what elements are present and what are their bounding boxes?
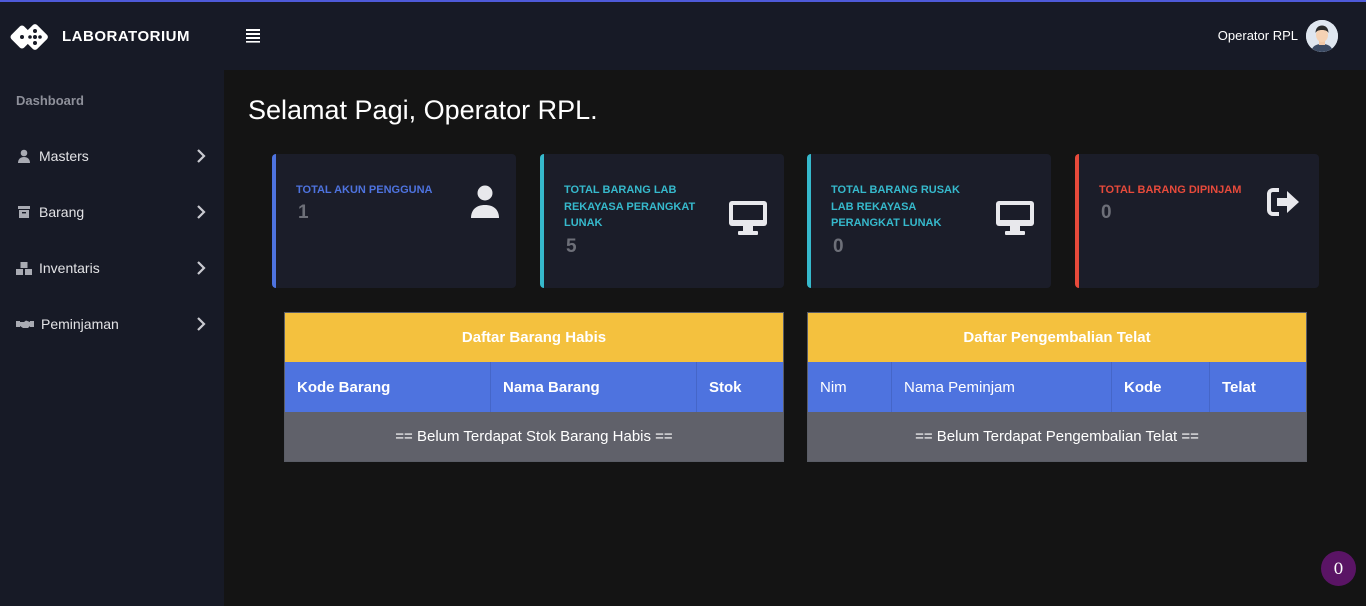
column-header-nama-barang[interactable]: Nama Barang (491, 362, 697, 412)
handshake-icon (16, 317, 34, 331)
avatar[interactable] (1306, 20, 1338, 52)
table-pengembalian-telat: Daftar Pengembalian Telat Nim Nama Pemin… (807, 312, 1307, 462)
desktop-icon (996, 201, 1034, 235)
stat-card-label: TOTAL AKUN PENGGUNA (296, 184, 433, 196)
brand-title: LABORATORIUM (62, 27, 190, 45)
sidebar-item-barang[interactable]: Barang (0, 198, 224, 226)
column-header-telat[interactable]: Telat (1210, 362, 1306, 412)
dice-logo-icon (10, 24, 48, 50)
notification-badge[interactable]: 0 (1321, 551, 1356, 586)
stat-card-barang-rusak: TOTAL BARANG RUSAK LAB REKAYASA PERANGKA… (807, 154, 1051, 288)
topbar: Operator RPL (224, 2, 1366, 70)
sidebar: LABORATORIUM Dashboard Masters Barang In… (0, 2, 224, 606)
chevron-right-icon (197, 261, 206, 275)
column-header-kode-barang[interactable]: Kode Barang (285, 362, 491, 412)
stat-card-label: TOTAL BARANG DIPINJAM (1099, 184, 1242, 196)
stat-card-total-akun: TOTAL AKUN PENGGUNA 1 (272, 154, 516, 288)
column-header-stok[interactable]: Stok (697, 362, 783, 412)
cubes-icon (16, 261, 32, 275)
stat-card-value: 5 (566, 236, 577, 257)
table-empty-message: == Belum Terdapat Stok Barang Habis == (285, 412, 783, 461)
stat-card-label: TOTAL BARANG LAB REKAYASA PERANGKAT LUNA… (564, 184, 696, 229)
user-icon (471, 185, 499, 218)
sidebar-item-peminjaman[interactable]: Peminjaman (0, 310, 224, 338)
sidebar-item-masters[interactable]: Masters (0, 142, 224, 170)
sidebar-item-inventaris[interactable]: Inventaris (0, 254, 224, 282)
hamburger-icon[interactable] (245, 27, 261, 43)
column-header-nama-peminjam[interactable]: Nama Peminjam (892, 362, 1112, 412)
stat-card-value: 0 (833, 236, 844, 257)
sidebar-item-label: Masters (39, 148, 89, 164)
stat-card-barang-dipinjam: TOTAL BARANG DIPINJAM 0 (1075, 154, 1319, 288)
column-header-kode[interactable]: Kode (1112, 362, 1210, 412)
brand[interactable]: LABORATORIUM (0, 2, 224, 70)
page-title: Selamat Pagi, Operator RPL. (248, 95, 598, 125)
table-header-row: Kode Barang Nama Barang Stok (285, 362, 783, 412)
user-name[interactable]: Operator RPL (1218, 28, 1298, 43)
stat-card-value: 0 (1101, 202, 1112, 223)
sign-out-icon (1267, 188, 1299, 216)
sidebar-item-label: Peminjaman (41, 316, 119, 332)
stat-card-value: 1 (298, 202, 309, 223)
table-empty-message: == Belum Terdapat Pengembalian Telat == (808, 412, 1306, 461)
chevron-right-icon (197, 205, 206, 219)
desktop-icon (729, 201, 767, 235)
column-header-nim[interactable]: Nim (808, 362, 892, 412)
sidebar-item-label: Inventaris (39, 260, 100, 276)
chevron-right-icon (197, 149, 206, 163)
table-title: Daftar Barang Habis (285, 313, 783, 362)
stat-card-label: TOTAL BARANG RUSAK LAB REKAYASA PERANGKA… (831, 184, 960, 229)
box-icon (16, 205, 32, 219)
user-icon (16, 149, 32, 163)
sidebar-item-label: Barang (39, 204, 85, 220)
table-title: Daftar Pengembalian Telat (808, 313, 1306, 362)
table-header-row: Nim Nama Peminjam Kode Telat (808, 362, 1306, 412)
chevron-right-icon (197, 317, 206, 331)
stat-card-total-barang: TOTAL BARANG LAB REKAYASA PERANGKAT LUNA… (540, 154, 784, 288)
sidebar-heading-dashboard[interactable]: Dashboard (16, 93, 84, 108)
table-barang-habis: Daftar Barang Habis Kode Barang Nama Bar… (284, 312, 784, 462)
